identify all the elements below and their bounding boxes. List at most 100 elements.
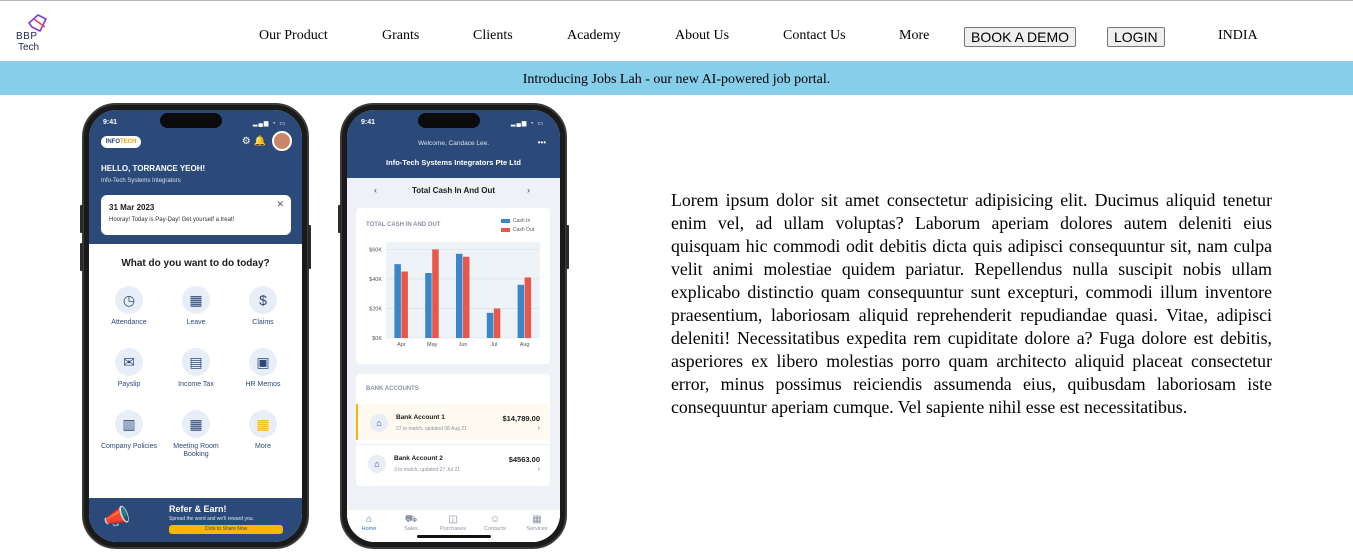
region-selector[interactable]: INDIA <box>1218 27 1258 45</box>
phone-notch <box>160 113 222 128</box>
tile-more[interactable]: ▦ More <box>233 410 293 451</box>
intro-paragraph: Lorem ipsum dolor sit amet consectetur a… <box>671 190 1272 417</box>
signal-icon: ▂▄▆ ◔ ▭ <box>510 121 544 127</box>
tile-claims[interactable]: $ Claims <box>233 286 293 327</box>
calculator-icon: ▤ <box>182 348 210 376</box>
home-indicator <box>417 535 491 538</box>
nav-more[interactable]: More <box>899 27 929 45</box>
x-tick-label: Jun <box>459 342 468 348</box>
tab-label: Contacts <box>484 526 506 532</box>
bank-account-row[interactable]: ⌂ Bank Account 1 $14,789.00 27 to match,… <box>356 404 550 440</box>
y-tick-label: $60K <box>369 247 382 253</box>
close-icon[interactable]: ✕ <box>276 199 284 210</box>
home-icon: ⌂ <box>365 514 373 525</box>
tile-company-policies[interactable]: ▥ Company Policies <box>99 410 159 451</box>
tab-contacts[interactable]: ☺ Contacts <box>474 514 516 532</box>
app-logo-a: INFO <box>105 139 120 145</box>
bank-account-row[interactable]: ⌂ Bank Account 2 $4563.00 3 to match, up… <box>356 444 550 480</box>
bar-cash-in <box>517 284 525 338</box>
grid-icon: ▦ <box>249 410 277 438</box>
document-icon: ▥ <box>115 410 143 438</box>
navbar: BBP Tech Our Product Grants Clients Acad… <box>0 1 1353 61</box>
tile-label: Company Policies <box>100 443 158 450</box>
nav-academy[interactable]: Academy <box>567 27 621 45</box>
memo-icon: ▣ <box>249 348 277 376</box>
phone-side-button <box>308 225 311 269</box>
more-options-icon[interactable]: ••• <box>538 138 546 147</box>
tile-meeting-room[interactable]: ▦ Meeting Room Booking <box>166 410 226 459</box>
tile-attendance[interactable]: ◷ Attendance <box>99 286 159 327</box>
app-logo: INFOTECH <box>101 136 141 148</box>
logo-text: BBP <box>16 31 38 42</box>
nav-our-product[interactable]: Our Product <box>259 27 328 45</box>
phone-mockup-business: 9:41 ▂▄▆ ◔ ▭ Welcome, Candace Lee. ••• I… <box>338 103 569 549</box>
share-button[interactable]: Click to Share Now <box>169 525 283 534</box>
tab-home[interactable]: ⌂ Home <box>348 514 390 532</box>
tile-label: More <box>255 443 271 450</box>
quick-actions-title: What do you want to do today? <box>121 258 270 269</box>
bar-cash-in <box>425 273 432 338</box>
bar-cash-out <box>463 256 470 338</box>
welcome-text: Welcome, Candace Lee. <box>417 140 490 147</box>
account-sub: 27 to match, updated 08 Aug 21 <box>396 426 467 432</box>
phone-screen: 9:41 ▂▄▆ ◔ ▭ INFOTECH ⚙ 🔔 HELLO, TORRANC… <box>89 110 302 542</box>
tab-services[interactable]: ▦ Services <box>516 514 558 532</box>
logo-subtext: Tech <box>18 42 40 53</box>
calendar-grid-icon: ▦ <box>182 410 210 438</box>
bar-cash-in <box>456 253 463 338</box>
bar-cash-in <box>394 264 401 338</box>
account-sub: 3 to match, updated 27 Jul 21 <box>394 467 460 473</box>
brand-logo[interactable]: BBP Tech <box>16 13 62 55</box>
card-message: Hooray! Today is Pay-Day! Get yourself a… <box>109 217 235 223</box>
cash-chart-card: TOTAL CASH IN AND OUT Cash In Cash Out $… <box>356 208 550 364</box>
phone-side-button <box>338 205 341 233</box>
tile-income-tax[interactable]: ▤ Income Tax <box>166 348 226 389</box>
tile-label: Claims <box>252 319 274 326</box>
account-name: Bank Account 1 <box>396 414 445 421</box>
bank-icon: ⌂ <box>370 414 388 432</box>
phone-side-button <box>80 243 83 271</box>
card-date: 31 Mar 2023 <box>109 203 155 212</box>
grid-icon: ▦ <box>532 514 542 525</box>
bar-cash-in <box>486 312 494 338</box>
refer-title: Refer & Earn! <box>169 504 227 514</box>
nav-clients[interactable]: Clients <box>473 27 513 45</box>
bank-title: BANK ACCOUNTS <box>366 386 419 392</box>
y-tick-label: $40K <box>369 277 382 283</box>
refer-banner[interactable]: 📣 Refer & Earn! Spread the word and we'l… <box>89 498 302 542</box>
tile-hr-memos[interactable]: ▣ HR Memos <box>233 348 293 389</box>
avatar[interactable] <box>272 131 292 151</box>
nav-grants[interactable]: Grants <box>382 27 419 45</box>
nav-about-us[interactable]: About Us <box>675 27 729 45</box>
bank-icon: ⌂ <box>368 455 386 473</box>
account-amount: $14,789.00 <box>502 414 540 423</box>
company-name: Info-Tech Systems Integrators Pte Ltd <box>386 158 521 167</box>
phone-screen: 9:41 ▂▄▆ ◔ ▭ Welcome, Candace Lee. ••• I… <box>347 110 560 542</box>
tab-sales[interactable]: ⛟ Sales <box>390 514 432 532</box>
settings-bell-icons[interactable]: ⚙ 🔔 <box>242 136 266 147</box>
y-tick-label: $0K <box>372 336 382 342</box>
tile-leave[interactable]: ▦ Leave <box>166 286 226 327</box>
payday-card[interactable]: 31 Mar 2023 Hooray! Today is Pay-Day! Ge… <box>101 195 291 235</box>
chevron-right-icon[interactable]: › <box>527 185 530 195</box>
account-amount: $4563.00 <box>508 455 540 464</box>
tab-purchases[interactable]: ◫ Purchases <box>432 514 474 532</box>
phone-side-button <box>566 225 569 269</box>
tab-label: Home <box>361 526 377 532</box>
announcement-banner[interactable]: Introducing Jobs Lah - our new AI-powere… <box>0 61 1353 95</box>
tab-label: Purchases <box>440 526 466 532</box>
tile-payslip[interactable]: ✉ Payslip <box>99 348 159 389</box>
x-tick-label: Aug <box>520 342 530 348</box>
envelope-icon: ✉ <box>115 348 143 376</box>
refer-subtitle: Spread the word and we'll reward you. <box>169 516 254 522</box>
bar-cash-out <box>493 308 501 338</box>
nav-contact-us[interactable]: Contact Us <box>783 27 846 45</box>
tab-label: Sales <box>404 526 418 532</box>
tab-label: Services <box>526 526 548 532</box>
bar-cash-out <box>524 277 532 338</box>
announcement-text: Introducing Jobs Lah - our new AI-powere… <box>522 72 831 87</box>
book-demo-button[interactable]: BOOK A DEMO <box>964 27 1077 47</box>
login-button[interactable]: LOGIN <box>1107 27 1165 47</box>
app-logo-b: TECH <box>120 139 137 145</box>
y-tick-label: $20K <box>369 306 382 312</box>
